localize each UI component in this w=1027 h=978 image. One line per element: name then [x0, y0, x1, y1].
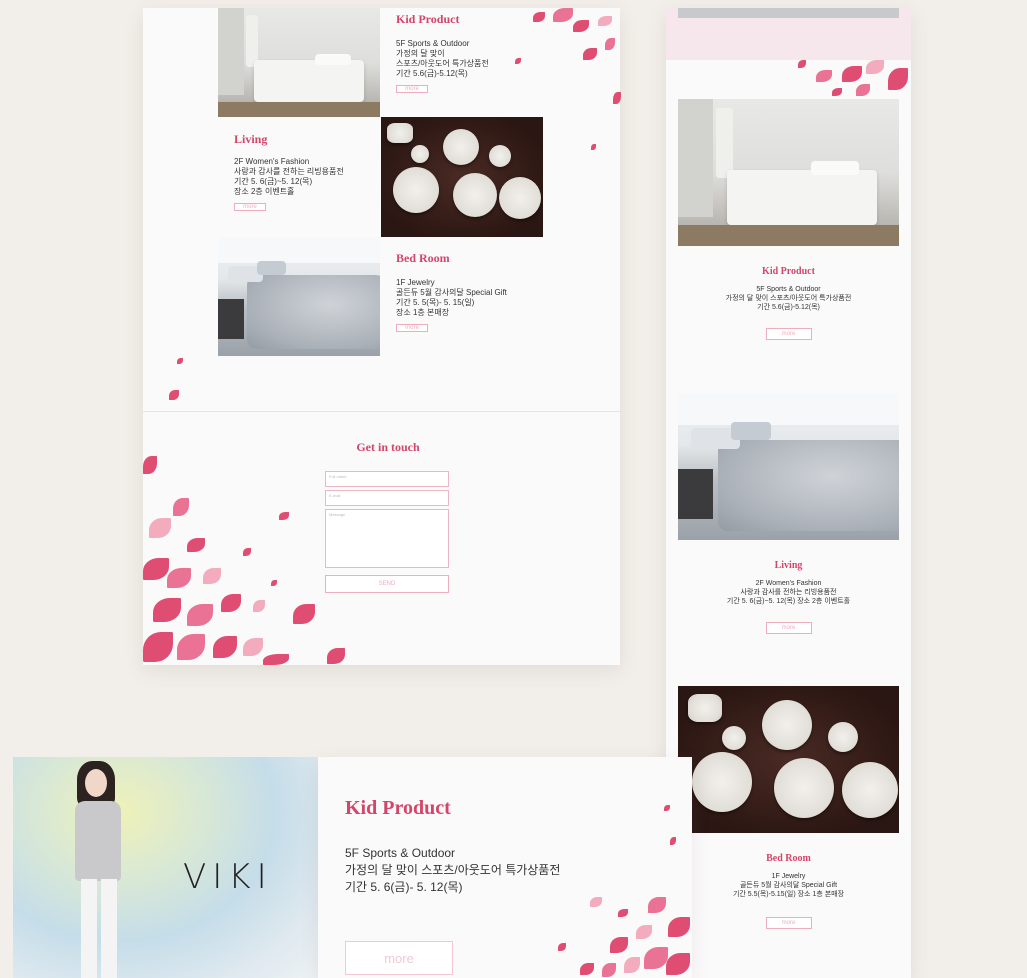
section-line: 장소 1층 본매장 — [396, 308, 450, 317]
message-field[interactable]: Message — [325, 509, 449, 568]
more-button[interactable]: more — [396, 324, 428, 332]
send-button[interactable]: SEND — [325, 575, 449, 593]
right-page-panel: Kid Product 5F Sports & Outdoor 가정의 달 맞이… — [666, 8, 911, 978]
section-living: Living 2F Women's Fashion 사랑과 감사를 전하는 리빙… — [234, 132, 374, 211]
section-title: Kid Product — [396, 12, 460, 26]
section-line: 5F Sports & Outdoor — [396, 39, 470, 48]
banner-line: 기간 5. 6(금)- 5. 12(목) — [345, 880, 463, 894]
section-title: Living — [774, 560, 803, 571]
section-line: 스포츠/아웃도어 특가상품전 — [396, 59, 489, 68]
viki-banner-image: VIKI — [13, 757, 318, 978]
section-line: 1F Jewelry — [396, 278, 435, 287]
section-line: 골든듀 5월 감사의달 Special Gift — [396, 288, 507, 297]
section-line: 2F Women's Fashion — [234, 157, 310, 166]
section-kid-product: Kid Product 5F Sports & Outdoor 가정의 달 맞이… — [666, 266, 911, 340]
more-button[interactable]: more — [765, 328, 812, 340]
contact-title: Get in touch — [356, 440, 420, 454]
banner-line: 가정의 달 맞이 스포츠/아웃도어 특가상품전 — [345, 863, 561, 877]
bedroom-white-photo — [678, 99, 899, 246]
section-line: 기간 5.5(목)-5.15(일) 장소 1층 본매장 — [732, 891, 845, 898]
banner-title: Kid Product — [345, 797, 451, 819]
section-title: Bed Room — [766, 853, 811, 864]
more-button[interactable]: more — [765, 917, 812, 929]
section-line: 1F Jewelry — [771, 873, 806, 880]
brand-logo: VIKI — [183, 857, 273, 897]
dishes-photo — [678, 686, 899, 833]
bedroom-grey-photo — [218, 237, 380, 356]
section-line: 기간 5. 5(목)- 5. 15(일) — [396, 298, 475, 307]
section-line: 사랑과 감사를 전하는 리빙용품전 — [740, 589, 837, 596]
banner-line: 5F Sports & Outdoor — [345, 846, 456, 860]
section-line: 기간 5. 6(금)~5. 12(목) 장소 2층 이벤트홀 — [726, 598, 851, 605]
dishes-photo — [381, 117, 543, 237]
section-line: 기간 5.6(금)-5.12(목) — [396, 69, 468, 78]
section-line: 기간 5. 6(금)~5. 12(목) — [234, 177, 313, 186]
section-title: Bed Room — [396, 251, 450, 265]
left-page-panel: Kid Product 5F Sports & Outdoor 가정의 달 맞이… — [143, 8, 621, 665]
section-bed-room: Bed Room 1F Jewelry 골든듀 5월 감사의달 Special … — [666, 853, 911, 929]
more-button[interactable]: more — [396, 85, 428, 93]
banner-content-panel: Kid Product 5F Sports & Outdoor 가정의 달 맞이… — [318, 757, 692, 978]
bedroom-grey-photo — [678, 393, 899, 540]
section-line: 가정의 달 맞이 — [396, 49, 445, 58]
bedroom-white-photo — [218, 8, 380, 117]
section-line: 골든듀 5월 감사의달 Special Gift — [739, 882, 838, 889]
section-line: 5F Sports & Outdoor — [756, 286, 821, 293]
section-kid-product: Kid Product 5F Sports & Outdoor 가정의 달 맞이… — [396, 12, 526, 93]
name-field[interactable]: Full name — [325, 471, 449, 487]
section-bed-room: Bed Room 1F Jewelry 골든듀 5월 감사의달 Special … — [396, 251, 546, 332]
more-button[interactable]: more — [234, 203, 266, 211]
more-button[interactable]: more — [765, 622, 812, 634]
section-line: 기간 5.6(금)-5.12(목) — [757, 304, 820, 311]
more-button[interactable]: more — [345, 941, 453, 975]
section-line: 사랑과 감사를 전하는 리빙용품전 — [234, 167, 344, 176]
section-title: Living — [234, 132, 268, 146]
section-line: 2F Women's Fashion — [755, 580, 822, 587]
section-title: Kid Product — [762, 266, 815, 277]
email-field[interactable]: E-mail — [325, 490, 449, 506]
section-line: 가정의 달 맞이 스포츠/아웃도어 특가상품전 — [725, 295, 852, 302]
section-line: 장소 2층 이벤트홀 — [234, 187, 295, 196]
top-thumbnail — [678, 8, 899, 18]
section-divider — [143, 411, 620, 412]
section-living: Living 2F Women's Fashion 사랑과 감사를 전하는 리빙… — [666, 560, 911, 634]
